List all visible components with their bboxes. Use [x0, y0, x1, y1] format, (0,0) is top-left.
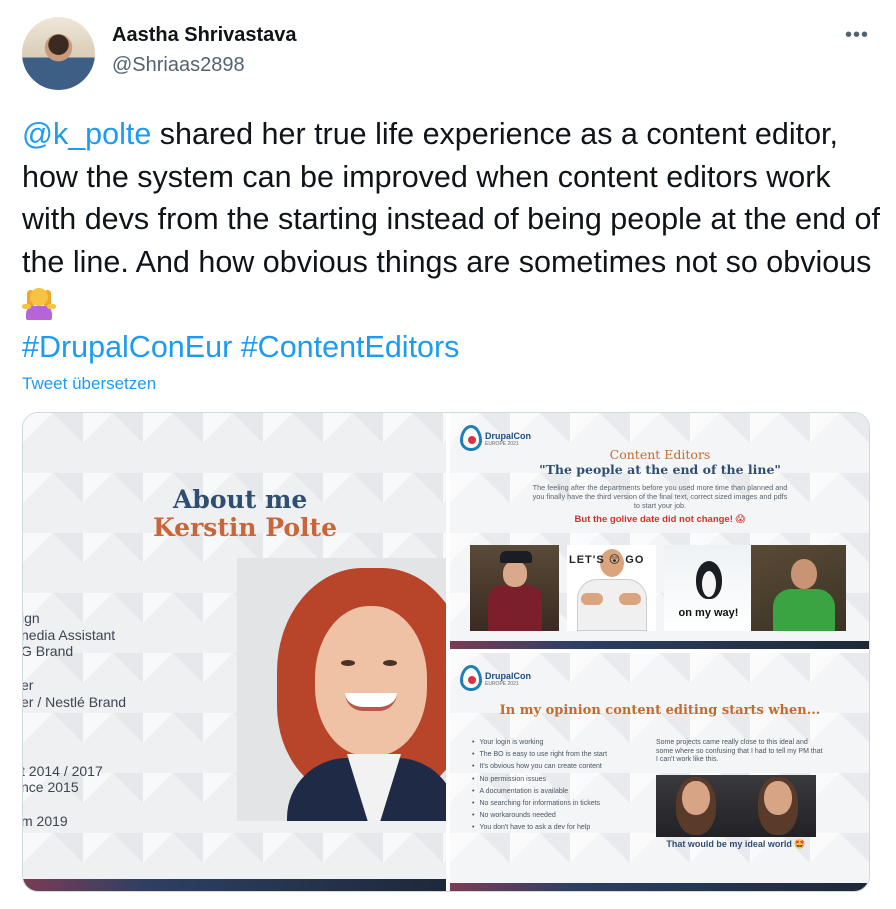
author-name[interactable]: Aastha Shrivastava: [112, 24, 297, 47]
drupalcon-logo: DrupalCon EUROPE 2021: [460, 665, 531, 695]
slide-caption: That would be my ideal world 🤩: [666, 839, 806, 849]
gif-sheldon: [751, 545, 846, 631]
logo-text: DrupalCon: [485, 671, 531, 681]
video-progress-bar[interactable]: [450, 883, 869, 891]
media-image-opinion[interactable]: DrupalCon EUROPE 2021 In my opinion cont…: [450, 653, 869, 891]
list-item: No workarounds needed: [472, 810, 652, 822]
cv-line: nedia Assistant: [23, 627, 116, 643]
gif-captain: [470, 545, 559, 631]
cv-line: er / Nestlé Brand: [23, 694, 127, 710]
list-item: A documentation is available: [472, 786, 652, 798]
cv-line: er: [23, 677, 34, 693]
author-avatar[interactable]: [22, 17, 95, 90]
slide-subtitle: "The people at the end of the line": [539, 462, 781, 477]
video-progress-bar[interactable]: [23, 879, 446, 891]
slide-title: Content Editors: [609, 447, 711, 462]
drupal-drop-icon: [460, 665, 482, 691]
person-shrugging-icon: [22, 286, 56, 320]
mention-link[interactable]: @k_polte: [22, 117, 151, 151]
logo-subtext: EUROPE 2021: [485, 681, 519, 687]
about-title: About me: [173, 485, 308, 514]
hashtag-drupalconeur[interactable]: #DrupalConEur: [22, 330, 232, 364]
slide-alert: But the golive date did not change! 😱: [574, 514, 746, 525]
about-name: Kerstin Polte: [153, 513, 338, 542]
author-handle[interactable]: @Shriaas2898: [112, 54, 245, 77]
list-item: No searching for informations in tickets: [472, 798, 652, 810]
tweet-body: shared her true life experience as a con…: [22, 117, 880, 279]
video-progress-bar[interactable]: [450, 641, 869, 649]
list-item: You don't have to ask a dev for help: [472, 822, 652, 834]
cv-line: m 2019: [23, 813, 68, 829]
gif-lets-go-text: LET'S 😲 GO: [569, 554, 645, 566]
hashtag-contenteditors[interactable]: #ContentEditors: [241, 330, 460, 364]
cv-line: G Brand: [23, 643, 74, 659]
logo-text: DrupalCon: [485, 431, 531, 441]
gif-caption: on my way!: [678, 607, 739, 619]
thumbs-up-photo: [656, 775, 816, 837]
more-options-icon[interactable]: •••: [840, 20, 874, 50]
list-item: No permission issues: [472, 774, 652, 786]
cv-line: t 2014 / 2017: [23, 763, 103, 779]
slide-title: In my opinion content editing starts whe…: [499, 703, 821, 718]
cv-line: nce 2015: [23, 779, 79, 795]
translate-tweet-link[interactable]: Tweet übersetzen: [22, 374, 156, 394]
slide-side-text: Some projects came really close to this …: [656, 739, 823, 763]
media-grid: About me Kerstin Polte ign nedia Assista…: [22, 412, 870, 892]
gif-lets-go: LET'S 😲 GO: [567, 545, 656, 631]
speaker-photo: [237, 558, 446, 821]
list-item: Your login is working: [472, 737, 652, 749]
list-item: It's obvious how you can create content: [472, 761, 652, 773]
tweet-text: @k_polte shared her true life experience…: [22, 113, 882, 368]
gif-penguin: on my way!: [664, 545, 753, 631]
list-item: The BO is easy to use right from the sta…: [472, 749, 652, 761]
media-image-about-me[interactable]: About me Kerstin Polte ign nedia Assista…: [23, 413, 446, 891]
bullet-list: Your login is working The BO is easy to …: [472, 737, 652, 835]
media-image-content-editors[interactable]: DrupalCon EUROPE 2021 Content Editors "T…: [450, 413, 869, 649]
slide-description: The feeling after the departments before…: [532, 483, 788, 510]
cv-line: ign: [23, 610, 40, 626]
